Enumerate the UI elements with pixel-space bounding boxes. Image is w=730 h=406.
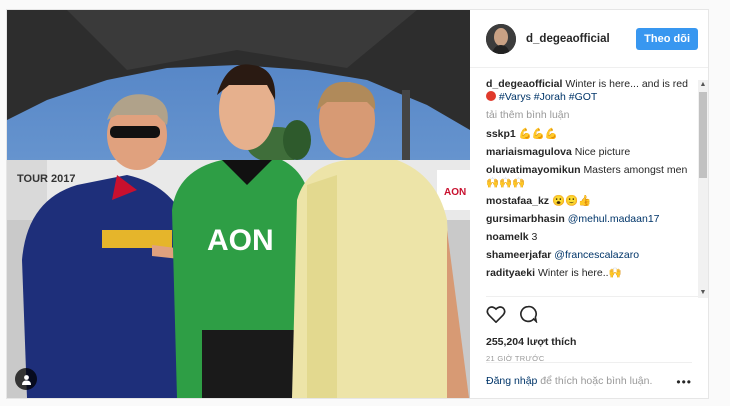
comment-text: Masters amongst men: [583, 164, 688, 176]
comment-username[interactable]: sskp1: [486, 128, 516, 140]
comment-mention[interactable]: @mehul.madaan17: [568, 213, 660, 225]
list-item: oluwatimayomikun Masters amongst men 🙌🙌🙌: [486, 164, 690, 190]
comment-username[interactable]: shameerjafar: [486, 249, 551, 261]
login-prompt-text: để thích hoặc bình luận.: [537, 375, 653, 387]
comment-text: Winter is here..🙌: [537, 267, 622, 279]
caption: d_degeaofficial Winter is here... and is…: [486, 78, 690, 104]
post-actions: 255,204 lượt thích 21 GIỜ TRƯỚC: [486, 296, 698, 363]
avatar[interactable]: [486, 23, 516, 54]
post-photo[interactable]: TOUR 2017 AON AON: [7, 10, 470, 398]
list-item: radityaeki Winter is here..🙌: [486, 267, 690, 280]
comment-username[interactable]: oluwatimayomikun: [486, 164, 581, 176]
list-item: gursimarbhasin @mehul.madaan17: [486, 213, 690, 226]
instagram-post: TOUR 2017 AON AON d_degeaofficial Theo d…: [6, 9, 709, 399]
login-link[interactable]: Đăng nhập: [486, 375, 537, 387]
comment-username[interactable]: mostafaa_kz: [486, 195, 549, 207]
follow-button[interactable]: Theo dõi: [636, 28, 698, 50]
load-more-comments-link[interactable]: tải thêm bình luận: [486, 109, 690, 122]
list-item: noamelk 3: [486, 231, 690, 244]
more-options-icon[interactable]: •••: [676, 375, 692, 389]
banner-text: TOUR 2017: [17, 173, 76, 185]
shirt-text: AON: [207, 224, 274, 257]
comment-bubble-icon[interactable]: [518, 305, 538, 328]
tagged-user-icon[interactable]: [15, 368, 37, 390]
list-item: sskp1 💪💪💪: [486, 128, 690, 141]
comment-username[interactable]: radityaeki: [486, 267, 535, 279]
list-item: shameerjafar @francescalazaro: [486, 249, 690, 262]
caption-hashtags[interactable]: #Varys #Jorah #GOT: [499, 91, 597, 103]
post-photo-illustration: TOUR 2017 AON AON: [7, 10, 470, 398]
heart-icon[interactable]: [486, 305, 506, 328]
post-header: d_degeaofficial Theo dõi: [470, 10, 708, 68]
caption-text: Winter is here... and is red: [565, 78, 688, 90]
comment-text: Nice picture: [574, 146, 631, 158]
caption-username[interactable]: d_degeaofficial: [486, 78, 562, 90]
header-username[interactable]: d_degeaofficial: [526, 33, 610, 45]
comment-username[interactable]: mariaismagulova: [486, 146, 572, 158]
list-item: mostafaa_kz 😮🙂👍: [486, 195, 690, 208]
login-prompt: Đăng nhập để thích hoặc bình luận. •••: [486, 362, 692, 389]
comment-username[interactable]: gursimarbhasin: [486, 213, 565, 225]
scroll-up-arrow-icon[interactable]: ▲: [698, 80, 708, 90]
svg-text:AON: AON: [444, 187, 466, 198]
list-item: mariaismagulova Nice picture: [486, 146, 690, 159]
comment-text-emoji: 🙌🙌🙌: [486, 177, 526, 189]
post-side-panel: d_degeaofficial Theo dõi d_degeaofficial…: [470, 10, 708, 398]
likes-count[interactable]: 255,204 lượt thích: [486, 336, 698, 348]
scrollbar-thumb[interactable]: [699, 92, 707, 178]
comments-list: d_degeaofficial Winter is here... and is…: [486, 78, 690, 296]
comment-username[interactable]: noamelk: [486, 231, 529, 243]
comment-text: 💪💪💪: [518, 128, 558, 140]
comment-text: 3: [531, 231, 538, 243]
red-circle-icon: [486, 91, 496, 101]
scroll-down-arrow-icon[interactable]: ▼: [698, 288, 708, 298]
comment-text: 😮🙂👍: [551, 195, 592, 207]
comment-mention[interactable]: @francescalazaro: [554, 249, 639, 261]
comments-scrollbar[interactable]: ▲ ▼: [698, 80, 708, 298]
